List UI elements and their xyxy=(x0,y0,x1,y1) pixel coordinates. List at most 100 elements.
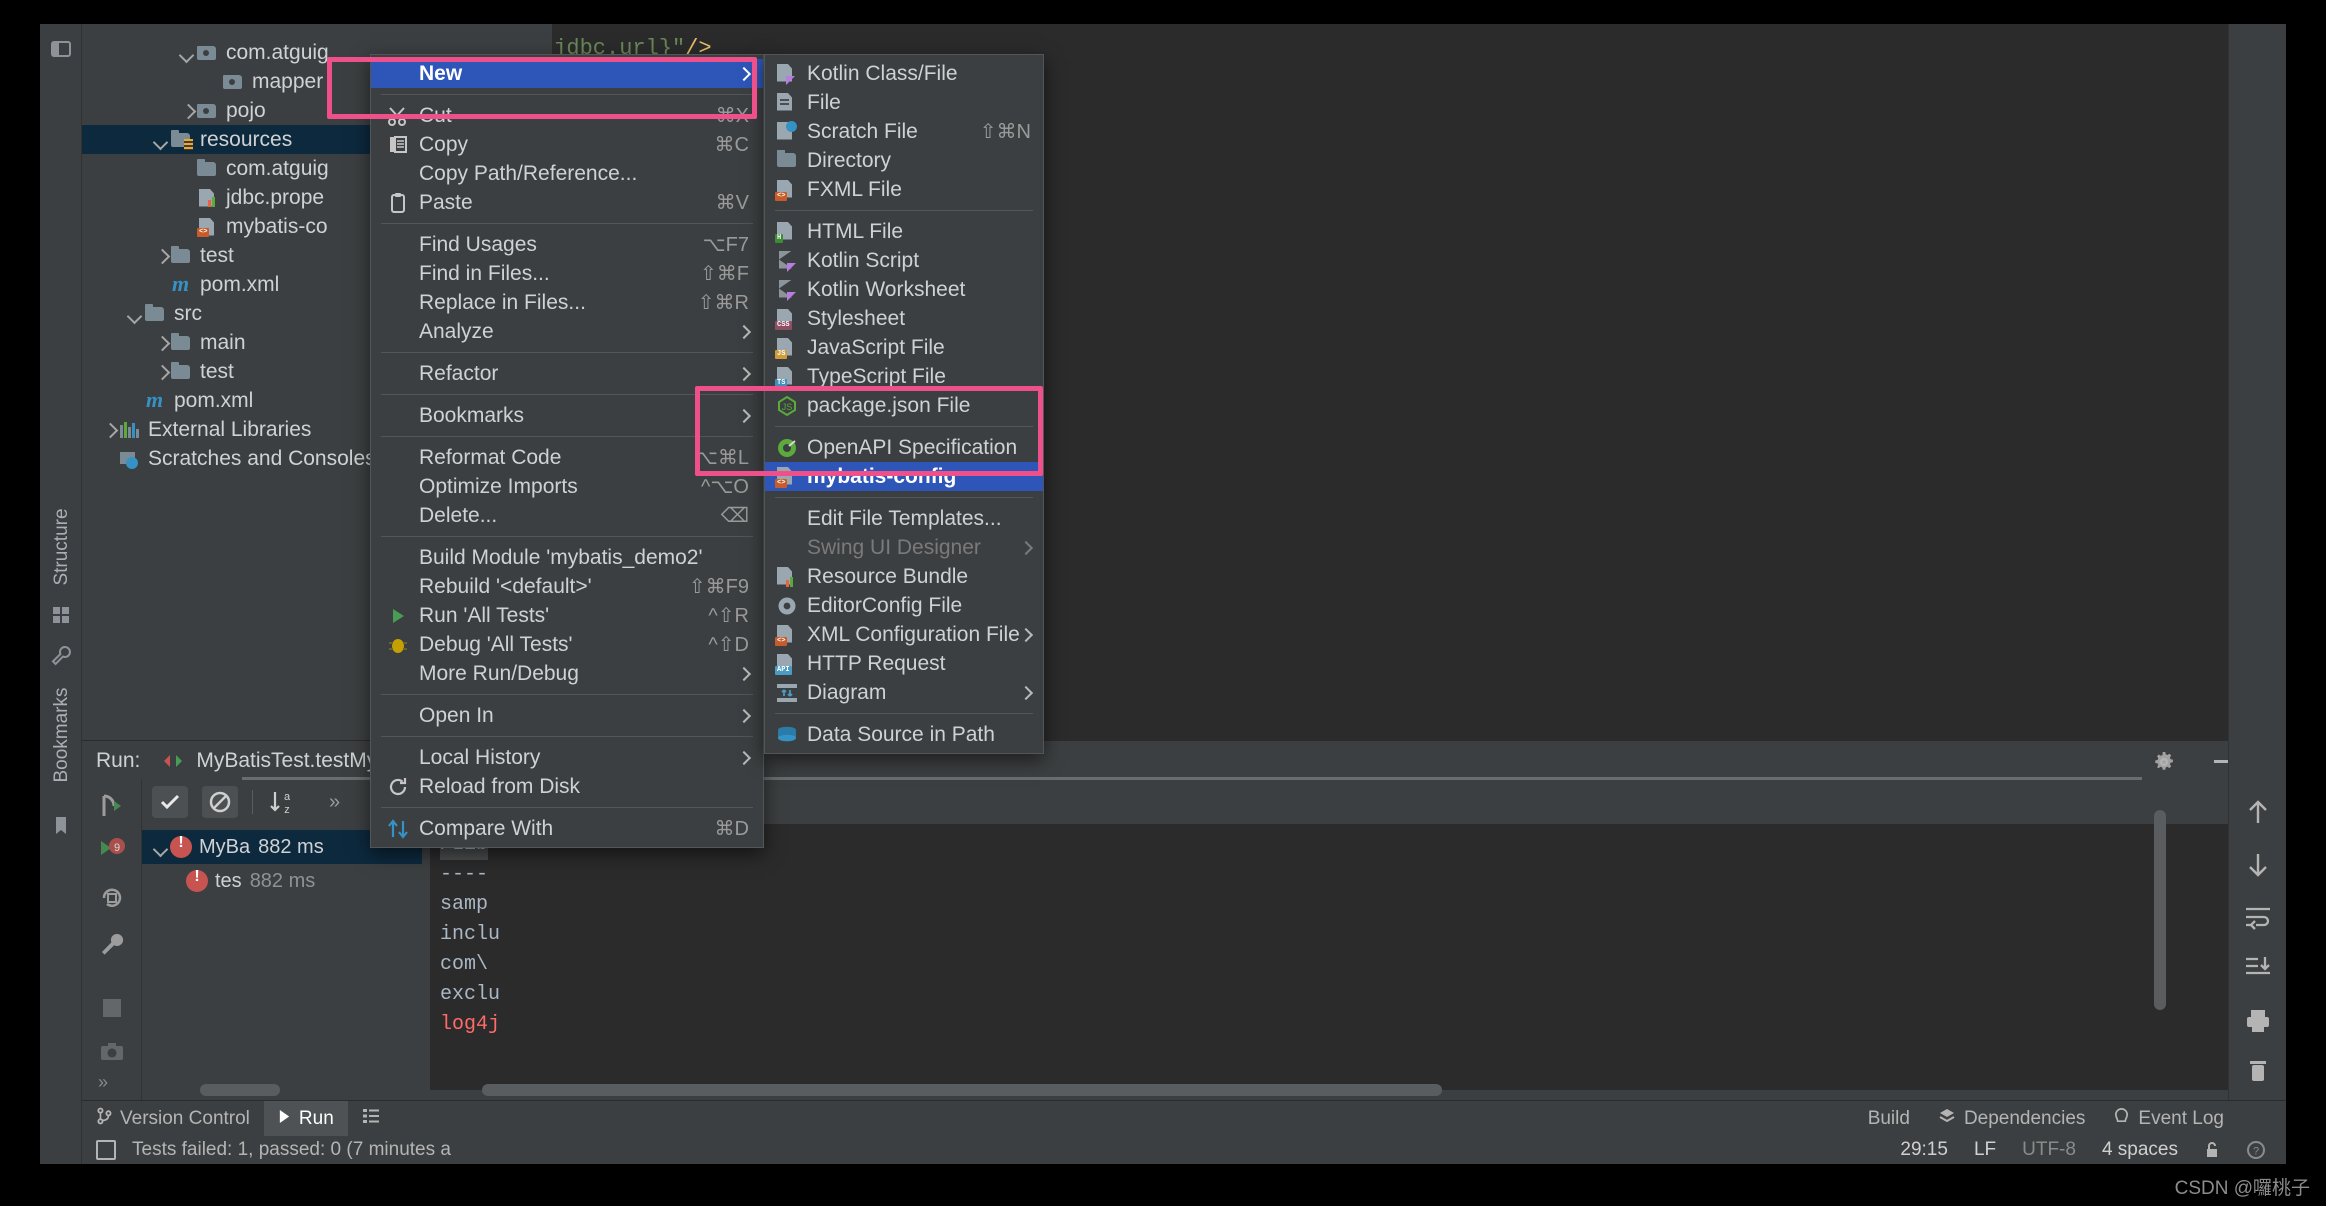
bookmark-icon[interactable] xyxy=(50,814,72,836)
context-menu-item-local-history[interactable]: Local History xyxy=(371,743,763,772)
new-submenu-item-file[interactable]: File xyxy=(765,88,1043,117)
context-menu-item-cut[interactable]: Cut ⌘X xyxy=(371,101,763,130)
css-file-icon: CSS xyxy=(775,308,801,330)
new-submenu-item-resource-bundle[interactable]: Resource Bundle xyxy=(765,562,1043,591)
context-menu-item-new[interactable]: New xyxy=(371,59,763,88)
chevron-down-icon[interactable] xyxy=(152,131,170,149)
chevron-right-icon[interactable] xyxy=(178,102,196,120)
screenshot-icon[interactable] xyxy=(98,1038,126,1066)
structure-grid-icon[interactable] xyxy=(50,604,72,626)
context-menu-item-paste[interactable]: Paste ⌘V xyxy=(371,188,763,217)
chevron-right-icon[interactable] xyxy=(100,421,118,439)
context-menu-item-more-run-debug[interactable]: More Run/Debug xyxy=(371,659,763,688)
chevron-right-icon[interactable] xyxy=(152,363,170,381)
new-submenu-item-javascript-file[interactable]: JS JavaScript File xyxy=(765,333,1043,362)
chevron-right-icon[interactable] xyxy=(152,334,170,352)
test-tree-row[interactable]: tes 882 ms xyxy=(142,864,422,898)
scroll-down-icon[interactable] xyxy=(2245,852,2271,878)
new-submenu-item-fxml-file[interactable]: <> FXML File xyxy=(765,175,1043,204)
new-submenu-item-stylesheet[interactable]: CSS Stylesheet xyxy=(765,304,1043,333)
toolwin-event-log[interactable]: Event Log xyxy=(2099,1101,2238,1137)
new-submenu-item-directory[interactable]: Directory xyxy=(765,146,1043,175)
status-checkbox-icon[interactable] xyxy=(96,1140,116,1160)
new-submenu-item-openapi-specification[interactable]: OpenAPI Specification xyxy=(765,433,1043,462)
new-submenu-item-typescript-file[interactable]: TS TypeScript File xyxy=(765,362,1043,391)
status-caret-position[interactable]: 29:15 xyxy=(1900,1139,1948,1161)
context-menu-item-replace-in-files[interactable]: Replace in Files... ⇧⌘R xyxy=(371,288,763,317)
new-submenu-item-package-json-file[interactable]: JS package.json File xyxy=(765,391,1043,420)
context-menu-item-debug-all-tests[interactable]: Debug 'All Tests' ^⇧D xyxy=(371,630,763,659)
menu-item-label: Replace in Files... xyxy=(419,290,586,314)
console-vertical-scrollbar[interactable] xyxy=(2154,810,2166,1010)
context-menu-item-refactor[interactable]: Refactor xyxy=(371,359,763,388)
chevron-down-icon[interactable] xyxy=(126,305,144,323)
help-icon[interactable]: ? xyxy=(2246,1140,2266,1160)
new-submenu-item-xml-configuration-file[interactable]: <> XML Configuration File xyxy=(765,620,1043,649)
context-menu-item-compare-with[interactable]: Compare With ⌘D xyxy=(371,814,763,843)
new-submenu-item-scratch-file[interactable]: Scratch File ⇧⌘N xyxy=(765,117,1043,146)
new-file-submenu[interactable]: Kotlin Class/File File Scratch File ⇧⌘N Dire… xyxy=(764,54,1044,754)
soft-wrap-icon[interactable] xyxy=(2243,904,2273,930)
context-menu-item-optimize-imports[interactable]: Optimize Imports ^⌥O xyxy=(371,472,763,501)
rerun-icon[interactable] xyxy=(98,792,126,820)
new-submenu-item-edit-file-templates[interactable]: Edit File Templates... xyxy=(765,504,1043,533)
context-menu-item-reformat-code[interactable]: Reformat Code ⌥⌘L xyxy=(371,443,763,472)
toolwin-dependencies[interactable]: Dependencies xyxy=(1924,1101,2099,1137)
stop-icon[interactable] xyxy=(98,994,126,1022)
new-submenu-item-swing-ui-designer[interactable]: Swing UI Designer xyxy=(765,533,1043,562)
console-scrollbar[interactable] xyxy=(482,1084,1442,1096)
lock-icon[interactable] xyxy=(2204,1141,2220,1159)
context-menu-item-find-in-files[interactable]: Find in Files... ⇧⌘F xyxy=(371,259,763,288)
print-icon[interactable] xyxy=(2244,1008,2272,1034)
run-console-output[interactable]: /Lib----sampinclucom\exclulog4j xyxy=(430,824,2240,1090)
context-menu-item-analyze[interactable]: Analyze xyxy=(371,317,763,346)
rerun-failed-icon[interactable]: 9 xyxy=(98,836,126,864)
bookmarks-tool-label[interactable]: Bookmarks xyxy=(51,685,73,785)
clear-all-icon[interactable] xyxy=(2245,1058,2271,1084)
context-menu-item-run-all-tests[interactable]: Run 'All Tests' ^⇧R xyxy=(371,601,763,630)
context-menu-item-reload-from-disk[interactable]: Reload from Disk xyxy=(371,772,763,801)
new-submenu-item-html-file[interactable]: H HTML File xyxy=(765,217,1043,246)
menu-item-label: Bookmarks xyxy=(419,403,525,427)
run-config-name[interactable]: MyBatisTest.testMyB xyxy=(196,749,391,773)
test-tree-scrollbar[interactable] xyxy=(200,1084,280,1096)
new-submenu-item-http-request[interactable]: API HTTP Request xyxy=(765,649,1043,678)
scroll-up-icon[interactable] xyxy=(2245,799,2271,825)
chevron-down-icon[interactable] xyxy=(178,44,196,62)
chevron-right-icon[interactable] xyxy=(152,247,170,265)
wrench-icon[interactable] xyxy=(50,644,72,666)
toolwin-run[interactable]: Run xyxy=(263,1100,348,1137)
status-indent[interactable]: 4 spaces xyxy=(2102,1139,2178,1161)
settings-wrench-icon[interactable] xyxy=(98,930,126,958)
run-settings-gear-icon[interactable] xyxy=(2152,750,2176,774)
new-submenu-item-kotlin-worksheet[interactable]: Kotlin Worksheet xyxy=(765,275,1043,304)
context-menu-item-bookmarks[interactable]: Bookmarks xyxy=(371,401,763,430)
new-submenu-item-mybatis-config[interactable]: <> mybatis-config xyxy=(765,462,1043,491)
context-menu-item-open-in[interactable]: Open In xyxy=(371,701,763,730)
event-log-icon xyxy=(2113,1107,2130,1130)
project-icon[interactable] xyxy=(50,38,72,60)
new-submenu-item-diagram[interactable]: Diagram xyxy=(765,678,1043,707)
chevron-down-icon[interactable] xyxy=(152,838,170,856)
scroll-to-end-icon[interactable] xyxy=(2243,954,2273,980)
more-icon[interactable]: » xyxy=(98,1072,126,1100)
rerun-auto-icon[interactable] xyxy=(98,884,126,912)
toolwin-version-control[interactable]: Version Control xyxy=(82,1101,264,1137)
structure-tool-label[interactable]: Structure xyxy=(51,497,73,597)
new-submenu-item-editorconfig-file[interactable]: EditorConfig File xyxy=(765,591,1043,620)
new-submenu-item-data-source-in-path[interactable]: Data Source in Path xyxy=(765,720,1043,749)
copy-icon xyxy=(385,134,411,156)
context-menu-item-rebuild-default[interactable]: Rebuild '<default>' ⇧⌘F9 xyxy=(371,572,763,601)
status-line-separator[interactable]: LF xyxy=(1974,1139,1996,1161)
context-menu-item-build-module-mybatis-demo2[interactable]: Build Module 'mybatis_demo2' xyxy=(371,543,763,572)
context-menu-item-copy[interactable]: Copy ⌘C xyxy=(371,130,763,159)
status-encoding[interactable]: UTF-8 xyxy=(2022,1139,2076,1161)
context-menu-item-delete[interactable]: Delete... ⌫ xyxy=(371,501,763,530)
context-menu-item-copy-path-reference[interactable]: Copy Path/Reference... xyxy=(371,159,763,188)
toolwin-todo[interactable] xyxy=(348,1101,394,1137)
new-submenu-item-kotlin-script[interactable]: Kotlin Script xyxy=(765,246,1043,275)
toolwin-build[interactable]: Build xyxy=(1854,1101,1924,1137)
new-submenu-item-kotlin-class-file[interactable]: Kotlin Class/File xyxy=(765,59,1043,88)
context-menu-item-find-usages[interactable]: Find Usages ⌥F7 xyxy=(371,230,763,259)
context-menu[interactable]: New Cut ⌘X Copy ⌘C Copy Path/Reference... Past… xyxy=(370,54,764,848)
